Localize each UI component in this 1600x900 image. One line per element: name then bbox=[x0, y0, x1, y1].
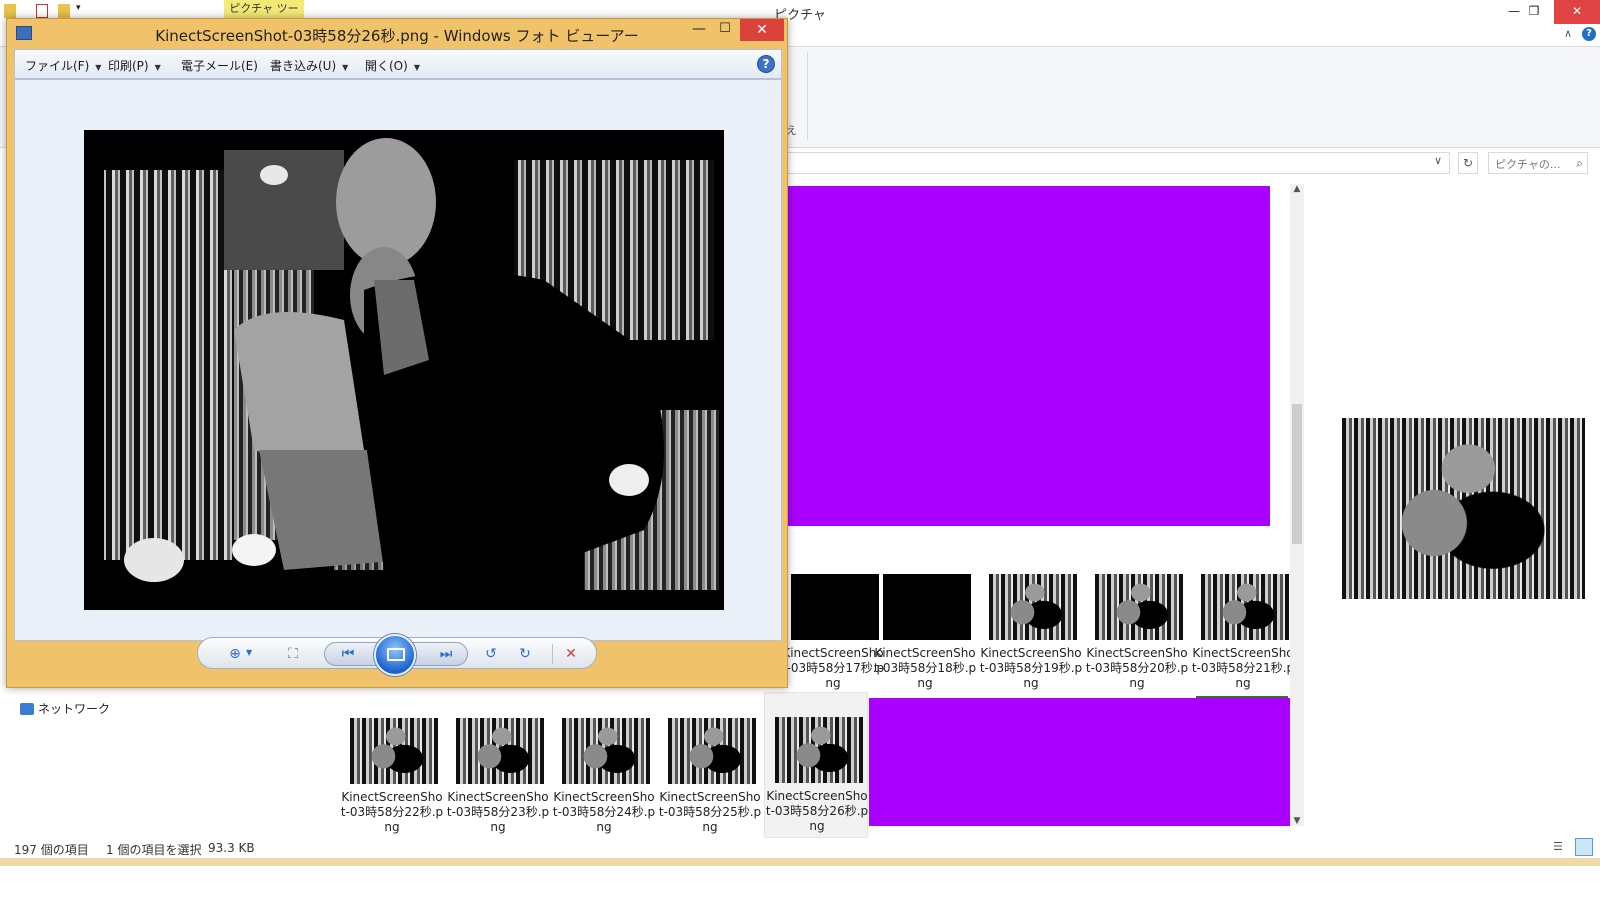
chevron-down-icon: ▼ bbox=[342, 63, 349, 72]
selection-count: 1 個の項目を選択 bbox=[106, 843, 202, 857]
viewer-close-button[interactable]: ✕ bbox=[740, 19, 784, 41]
preview-pane-image bbox=[1342, 418, 1585, 599]
redaction-block-bottom bbox=[869, 698, 1290, 826]
refresh-button[interactable]: ↻ bbox=[1458, 152, 1478, 174]
selection-size: 93.3 KB bbox=[208, 841, 255, 855]
photo-viewer-window: KinectScreenShot-03時58分26秒.png - Windows… bbox=[6, 18, 788, 688]
next-image-icon[interactable]: ⏭ bbox=[435, 644, 457, 664]
viewer-title: KinectScreenShot-03時58分26秒.png - Windows… bbox=[155, 27, 639, 45]
ribbon-collapse-icon[interactable]: ∧ bbox=[1564, 27, 1572, 40]
zoom-icon[interactable]: ⊕ bbox=[224, 644, 246, 664]
file-item[interactable]: KinectScreenShot-03時58分19秒.png bbox=[979, 570, 1083, 718]
menu-label: 電子メール(E) bbox=[181, 59, 258, 73]
redaction-block-top bbox=[781, 186, 1270, 526]
chevron-down-icon: ▼ bbox=[413, 63, 420, 72]
viewer-maximize-button[interactable]: ☐ bbox=[713, 21, 737, 36]
menu-label: ファイル(F) bbox=[25, 59, 90, 73]
file-name: KinectScreenShot-03時58分22秒.png bbox=[340, 790, 444, 834]
chevron-down-icon: ▼ bbox=[154, 63, 161, 72]
menu-open[interactable]: 開く(O) ▼ bbox=[365, 57, 420, 74]
file-name: KinectScreenShot-03時58分17秒.png bbox=[781, 646, 885, 690]
zoom-dropdown-icon[interactable]: ▼ bbox=[246, 648, 252, 657]
explorer-close-button[interactable]: ✕ bbox=[1554, 0, 1600, 24]
menu-email[interactable]: 電子メール(E) bbox=[181, 57, 258, 74]
address-dropdown-icon[interactable]: ∨ bbox=[1434, 154, 1442, 167]
viewer-toolbar: ⊕ ▼ ⛶ ⏮ ⏭ ↺ ↻ ✕ bbox=[197, 634, 597, 676]
delete-icon[interactable]: ✕ bbox=[560, 644, 582, 664]
rotate-clockwise-icon[interactable]: ↻ bbox=[514, 644, 536, 664]
search-placeholder: ピクチャの... bbox=[1495, 158, 1561, 171]
file-thumbnail bbox=[562, 718, 650, 784]
menu-label: 印刷(P) bbox=[108, 59, 149, 73]
file-thumbnail bbox=[668, 718, 756, 784]
menu-label: 書き込み(U) bbox=[270, 59, 337, 73]
file-item[interactable]: KinectScreenShot-03時58分18秒.png bbox=[873, 570, 977, 718]
file-name: KinectScreenShot-03時58分19秒.png bbox=[979, 646, 1083, 690]
scroll-down-icon[interactable]: ▼ bbox=[1290, 816, 1304, 826]
taskbar-edge bbox=[0, 858, 1600, 866]
file-name: KinectScreenShot-03時58分21秒.png bbox=[1191, 646, 1295, 690]
photo-viewer-app-icon[interactable] bbox=[16, 26, 32, 40]
file-thumbnail bbox=[883, 574, 971, 640]
file-name: KinectScreenShot-03時58分26秒.png bbox=[765, 789, 869, 833]
file-item[interactable]: KinectScreenShot-03時58分20秒.png bbox=[1085, 570, 1189, 718]
file-name: KinectScreenShot-03時58分18秒.png bbox=[873, 646, 977, 690]
file-name: KinectScreenShot-03時58分20秒.png bbox=[1085, 646, 1189, 690]
help-icon[interactable]: ? bbox=[757, 55, 775, 73]
vertical-scrollbar[interactable]: ▲ ▼ bbox=[1290, 184, 1304, 826]
file-name: KinectScreenShot-03時58分23秒.png bbox=[446, 790, 550, 834]
menu-label: 開く(O) bbox=[365, 59, 408, 73]
file-thumbnail bbox=[775, 717, 863, 783]
file-thumbnail bbox=[989, 574, 1077, 640]
menu-print[interactable]: 印刷(P) ▼ bbox=[108, 57, 161, 74]
file-thumbnail bbox=[791, 574, 879, 640]
explorer-restore-button[interactable]: ❐ bbox=[1514, 0, 1554, 24]
file-name: KinectScreenShot-03時58分25秒.png bbox=[658, 790, 762, 834]
depth-image-graphic bbox=[84, 130, 724, 610]
menu-file[interactable]: ファイル(F) ▼ bbox=[25, 57, 101, 74]
file-thumbnail bbox=[1201, 574, 1289, 640]
actual-size-icon[interactable]: ⛶ bbox=[282, 644, 304, 664]
toolbar-divider bbox=[552, 644, 553, 664]
viewer-minimize-button[interactable]: — bbox=[687, 21, 711, 37]
slideshow-button[interactable] bbox=[374, 634, 416, 676]
rotate-counterclockwise-icon[interactable]: ↺ bbox=[480, 644, 502, 664]
help-icon[interactable]: ? bbox=[1582, 27, 1596, 41]
scroll-up-icon[interactable]: ▲ bbox=[1290, 184, 1304, 194]
large-icons-view-icon[interactable] bbox=[1575, 838, 1593, 856]
menu-burn[interactable]: 書き込み(U) ▼ bbox=[270, 57, 348, 74]
nav-item-network[interactable]: ネットワーク bbox=[20, 700, 110, 717]
search-icon[interactable]: ⌕ bbox=[1576, 156, 1583, 171]
slideshow-icon bbox=[387, 648, 405, 661]
file-thumbnail bbox=[350, 718, 438, 784]
status-bar: 197 個の項目 1 個の項目を選択 93.3 KB bbox=[0, 836, 1600, 858]
file-item-selected[interactable]: KinectScreenShot-03時58分26秒.png bbox=[764, 692, 868, 838]
item-count: 197 個の項目 bbox=[14, 843, 89, 857]
previous-image-icon[interactable]: ⏮ bbox=[337, 644, 359, 664]
address-bar[interactable] bbox=[780, 152, 1450, 174]
image-canvas bbox=[14, 79, 782, 641]
file-thumbnail bbox=[1095, 574, 1183, 640]
file-thumbnail bbox=[456, 718, 544, 784]
file-name: KinectScreenShot-03時58分24秒.png bbox=[552, 790, 656, 834]
scrollbar-thumb[interactable] bbox=[1292, 404, 1302, 544]
network-icon bbox=[20, 703, 34, 715]
search-input[interactable]: ピクチャの... ⌕ bbox=[1488, 152, 1588, 174]
chevron-down-icon: ▼ bbox=[95, 63, 102, 72]
ribbon-divider bbox=[807, 52, 808, 140]
nav-item-label: ネットワーク bbox=[38, 702, 111, 716]
details-view-icon[interactable]: ☰ bbox=[1553, 840, 1569, 854]
viewer-menu-bar: ファイル(F) ▼ 印刷(P) ▼ 電子メール(E) 書き込み(U) ▼ 開く(O) ▼… bbox=[14, 49, 782, 79]
depth-image bbox=[84, 130, 724, 610]
